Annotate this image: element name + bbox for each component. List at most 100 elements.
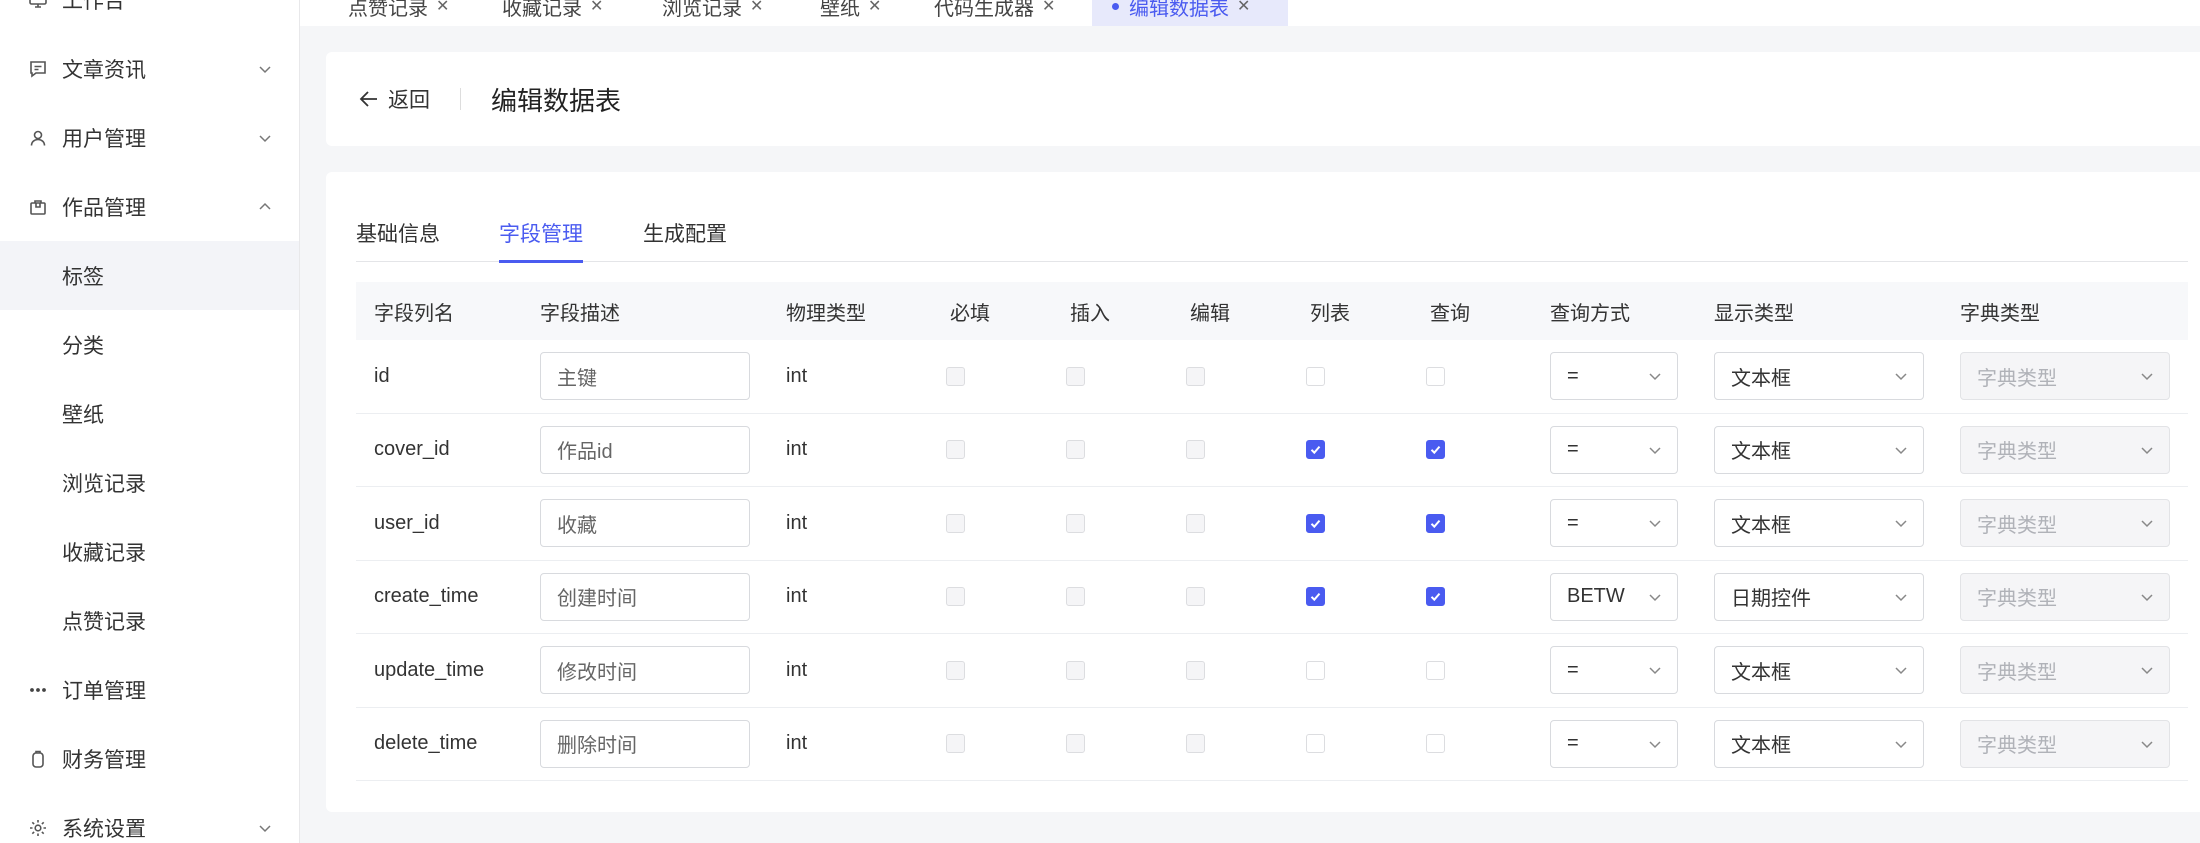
list-checkbox[interactable]: [1306, 440, 1325, 460]
display-type-select[interactable]: 文本框: [1714, 425, 1924, 474]
query-checkbox[interactable]: [1426, 660, 1445, 680]
sidebar-item-users[interactable]: 用户管理: [0, 103, 299, 172]
close-icon[interactable]: ✕: [868, 0, 881, 16]
tab-label: 收藏记录: [502, 0, 582, 20]
query-checkbox[interactable]: [1426, 440, 1445, 460]
chevron-down-icon: [1893, 368, 1909, 384]
list-checkbox[interactable]: [1306, 513, 1325, 533]
display-type-select[interactable]: 文本框: [1714, 499, 1924, 548]
sidebar-item-settings[interactable]: 系统设置: [0, 793, 299, 843]
query-checkbox[interactable]: [1426, 587, 1445, 607]
back-button[interactable]: 返回: [358, 84, 430, 114]
field-desc-input[interactable]: 收藏: [540, 499, 750, 548]
chevron-down-icon: [2139, 368, 2155, 384]
field-desc-cell: 收藏: [540, 487, 750, 560]
insert-checkbox: [1066, 734, 1085, 754]
sidebar-item-works[interactable]: 作品管理: [0, 172, 299, 241]
display-type-cell: 文本框: [1714, 340, 1924, 413]
query-mode-select[interactable]: =: [1550, 425, 1678, 474]
select-value: =: [1567, 364, 1579, 387]
back-label: 返回: [388, 89, 430, 112]
tab-favorites[interactable]: 收藏记录 ✕: [482, 0, 623, 26]
sidebar-item-workbench[interactable]: 工作台: [0, 0, 299, 34]
display-type-select[interactable]: 文本框: [1714, 646, 1924, 695]
tab-likes[interactable]: 点赞记录 ✕: [328, 0, 469, 26]
inner-tabs: 基础信息 字段管理 生成配置: [356, 214, 2188, 263]
table-row: cover_id 作品id int = 文本框 字典类型: [356, 414, 2188, 487]
close-icon[interactable]: ✕: [436, 0, 449, 16]
sidebar-item-orders[interactable]: 订单管理: [0, 655, 299, 724]
tab-wallpapers[interactable]: 壁纸 ✕: [800, 0, 901, 26]
sidebar-item-likes[interactable]: 点赞记录: [0, 586, 299, 655]
chevron-up-icon: [255, 197, 275, 217]
field-desc-input[interactable]: 创建时间: [540, 572, 750, 621]
list-checkbox[interactable]: [1306, 587, 1325, 607]
close-icon[interactable]: ✕: [590, 0, 603, 16]
query-mode-select[interactable]: =: [1550, 719, 1678, 768]
close-icon[interactable]: ✕: [1042, 0, 1055, 16]
select-placeholder: 字典类型: [1977, 367, 2057, 390]
chevron-down-icon: [1647, 368, 1663, 384]
required-checkbox-cell: [946, 487, 965, 560]
dict-type-select: 字典类型: [1960, 499, 2170, 548]
tab-field-management[interactable]: 字段管理: [499, 214, 583, 263]
chevron-down-icon: [1647, 442, 1663, 458]
tab-label: 壁纸: [820, 0, 860, 20]
sidebar-item-tags[interactable]: 标签: [0, 241, 299, 310]
tab-generation-config[interactable]: 生成配置: [643, 214, 727, 262]
list-checkbox[interactable]: [1306, 734, 1325, 754]
sidebar-item-wallpapers[interactable]: 壁纸: [0, 379, 299, 448]
sidebar-item-browse-history[interactable]: 浏览记录: [0, 448, 299, 517]
required-checkbox: [946, 513, 965, 533]
query-checkbox[interactable]: [1426, 366, 1445, 386]
query-mode-select[interactable]: BETW: [1550, 572, 1678, 621]
field-desc-input[interactable]: 主键: [540, 352, 750, 401]
dict-type-select: 字典类型: [1960, 352, 2170, 401]
query-mode-select[interactable]: =: [1550, 499, 1678, 548]
close-icon[interactable]: ✕: [750, 0, 763, 16]
list-checkbox-cell: [1306, 340, 1325, 413]
sidebar-item-categories[interactable]: 分类: [0, 310, 299, 379]
query-checkbox[interactable]: [1426, 513, 1445, 533]
edit-checkbox: [1186, 366, 1205, 386]
sidebar-item-label: 文章资讯: [62, 58, 146, 82]
display-type-select[interactable]: 文本框: [1714, 352, 1924, 401]
select-placeholder: 字典类型: [1977, 588, 2057, 611]
query-mode-select[interactable]: =: [1550, 646, 1678, 695]
query-mode-cell: =: [1550, 340, 1678, 413]
package-icon: [26, 195, 50, 219]
sidebar-item-articles[interactable]: 文章资讯: [0, 34, 299, 103]
display-type-select[interactable]: 文本框: [1714, 719, 1924, 768]
insert-checkbox-cell: [1066, 561, 1085, 634]
field-desc-input[interactable]: 删除时间: [540, 719, 750, 768]
tab-browse-history[interactable]: 浏览记录 ✕: [642, 0, 783, 26]
field-desc-cell: 作品id: [540, 414, 750, 487]
select-placeholder: 字典类型: [1977, 441, 2057, 464]
physical-type: int: [786, 511, 808, 534]
list-checkbox[interactable]: [1306, 366, 1325, 386]
sidebar-item-favorites[interactable]: 收藏记录: [0, 517, 299, 586]
field-desc-input[interactable]: 修改时间: [540, 646, 750, 695]
select-value: BETW: [1567, 585, 1625, 608]
tab-code-generator[interactable]: 代码生成器 ✕: [914, 0, 1075, 26]
message-square-icon: [26, 57, 50, 81]
query-checkbox-cell: [1426, 340, 1445, 413]
field-desc-input[interactable]: 作品id: [540, 425, 750, 474]
dict-type-cell: 字典类型: [1960, 340, 2170, 413]
sidebar-item-label: 工作台: [62, 0, 125, 13]
tab-edit-table[interactable]: 编辑数据表 ✕: [1092, 0, 1288, 26]
fields-table: 字段列名 字段描述 物理类型 必填 插入 编辑 列表 查询 查询方式 显示类型 …: [356, 282, 2188, 781]
query-mode-select[interactable]: =: [1550, 352, 1678, 401]
query-checkbox[interactable]: [1426, 734, 1445, 754]
display-type-select[interactable]: 日期控件: [1714, 572, 1924, 621]
select-value: =: [1567, 511, 1579, 534]
tab-basic-info[interactable]: 基础信息: [356, 214, 440, 262]
column-header: 列表: [1310, 302, 1350, 325]
sidebar-item-finance[interactable]: 财务管理: [0, 724, 299, 793]
close-icon[interactable]: ✕: [1237, 0, 1250, 16]
table-row: user_id 收藏 int = 文本框 字典类型: [356, 487, 2188, 561]
display-type-cell: 文本框: [1714, 708, 1924, 781]
list-checkbox[interactable]: [1306, 660, 1325, 680]
sidebar-item-label: 点赞记录: [62, 610, 146, 634]
query-mode-cell: =: [1550, 487, 1678, 560]
